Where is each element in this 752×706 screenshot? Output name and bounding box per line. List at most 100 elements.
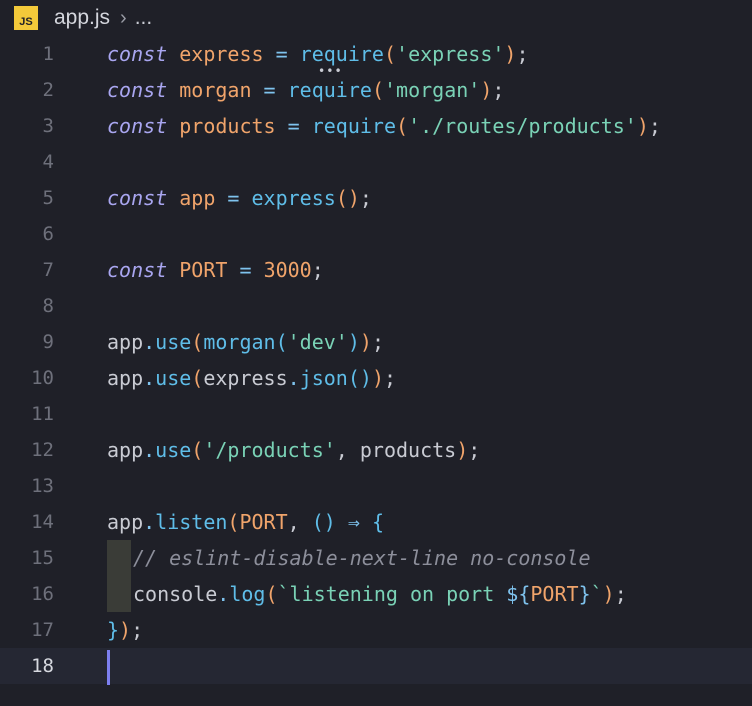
- code-token: morgan: [179, 78, 252, 102]
- line-number: 9: [42, 331, 54, 353]
- code-token: './routes/products': [408, 114, 637, 138]
- code-line[interactable]: 11: [0, 396, 752, 432]
- code-token: use: [155, 438, 192, 462]
- breadcrumb: JS app.js › ...: [0, 0, 752, 36]
- code-token: .: [143, 366, 156, 390]
- code-token: ,: [287, 510, 312, 534]
- code-token: listen: [155, 510, 228, 534]
- indent-guide: [107, 576, 131, 612]
- code-token: ;: [516, 42, 529, 66]
- code-token: 'express': [396, 42, 505, 66]
- code-token: (: [371, 78, 384, 102]
- code-token: ;: [359, 186, 372, 210]
- code-token: 'dev': [287, 330, 348, 354]
- code-token: }: [107, 618, 120, 642]
- code-token: express: [251, 186, 336, 210]
- code-token: const: [107, 42, 168, 66]
- code-token: json: [299, 366, 348, 390]
- code-line[interactable]: 16 console. log(`listening on port ${PORT}…: [0, 576, 752, 612]
- code-token: =: [215, 186, 252, 210]
- code-text[interactable]: console. log(`listening on port ${PORT} `)…: [107, 576, 627, 612]
- code-token: ;: [492, 78, 505, 102]
- breadcrumb-file[interactable]: app.js: [54, 6, 110, 30]
- code-line[interactable]: 6: [0, 216, 752, 252]
- code-token: require: [287, 78, 372, 102]
- code-token: ): [371, 366, 384, 390]
- indent-guide: [107, 540, 131, 576]
- code-line[interactable]: 17});: [0, 612, 752, 648]
- code-line[interactable]: 12 app. use('/products', products);: [0, 432, 752, 468]
- code-line[interactable]: 13: [0, 468, 752, 504]
- code-text[interactable]: const app = express();: [107, 180, 372, 216]
- code-token: morgan: [203, 330, 276, 354]
- line-number: 10: [31, 367, 54, 389]
- line-number: 4: [42, 151, 54, 173]
- code-token: =: [263, 42, 300, 66]
- code-line[interactable]: 15 // eslint-disable-next-line no-console: [0, 540, 752, 576]
- code-token: ,: [335, 438, 360, 462]
- code-token: ;: [384, 366, 397, 390]
- code-line[interactable]: 9 app. use(morgan('dev'));: [0, 324, 752, 360]
- code-token: app: [107, 510, 144, 534]
- code-token: (): [347, 366, 372, 390]
- breadcrumb-more[interactable]: ...: [135, 6, 153, 30]
- code-lines[interactable]: 1 const express = require('express'); 2 con…: [0, 36, 752, 684]
- line-number: 16: [31, 583, 54, 605]
- code-text[interactable]: app. listen(PORT, () ⇒ {: [107, 504, 384, 540]
- code-token: ): [119, 618, 132, 642]
- code-line[interactable]: 1 const express = require('express');: [0, 36, 752, 72]
- code-token: products: [179, 114, 276, 138]
- code-token: '/products': [203, 438, 336, 462]
- code-token: =: [251, 78, 288, 102]
- line-number: 3: [42, 115, 54, 137]
- code-text[interactable]: app. use(express. json());: [107, 360, 396, 396]
- code-token: =: [227, 258, 264, 282]
- code-token: require: [299, 42, 384, 66]
- code-text[interactable]: app. use('/products', products);: [107, 432, 480, 468]
- code-text[interactable]: const PORT = 3000;: [107, 252, 324, 288]
- code-text[interactable]: const products = require('./routes/produ…: [107, 108, 661, 144]
- code-token: ): [347, 330, 360, 354]
- line-number: 1: [42, 43, 54, 65]
- code-token: `: [590, 582, 603, 606]
- code-token: ${: [506, 582, 531, 606]
- code-token: ): [504, 42, 517, 66]
- code-token: ;: [648, 114, 661, 138]
- line-number: 12: [31, 439, 54, 461]
- code-token: const: [107, 186, 168, 210]
- code-line[interactable]: 2 const morgan = require('morgan');: [0, 72, 752, 108]
- code-token: // eslint-disable-next-line no-console: [133, 546, 591, 570]
- code-token: `listening on port: [277, 582, 507, 606]
- code-token: use: [155, 366, 192, 390]
- code-token: =: [275, 114, 312, 138]
- code-token: PORT: [179, 258, 228, 282]
- code-token: ): [602, 582, 615, 606]
- code-token: const: [107, 258, 168, 282]
- code-token: (: [383, 42, 397, 66]
- code-token: app: [107, 366, 144, 390]
- code-line[interactable]: 10 app. use(express. json());: [0, 360, 752, 396]
- code-line[interactable]: 7 const PORT = 3000;: [0, 252, 752, 288]
- line-number: 7: [42, 259, 54, 281]
- code-token: (: [191, 330, 204, 354]
- code-token: .: [143, 330, 156, 354]
- code-line[interactable]: 4: [0, 144, 752, 180]
- code-line[interactable]: 3 const products = require('./routes/prod…: [0, 108, 752, 144]
- code-token: .: [143, 510, 156, 534]
- code-text[interactable]: });: [107, 612, 143, 648]
- code-token: 3000: [263, 258, 312, 282]
- code-token: (: [396, 114, 409, 138]
- code-line[interactable]: 18: [0, 648, 752, 684]
- code-line[interactable]: 8: [0, 288, 752, 324]
- code-editor[interactable]: JS app.js › ... 1 const express = require…: [0, 0, 752, 706]
- code-text[interactable]: app. use(morgan('dev'));: [107, 324, 384, 360]
- code-token: (): [335, 186, 360, 210]
- code-line[interactable]: 14 app. listen(PORT, () ⇒ {: [0, 504, 752, 540]
- code-token: 'morgan': [383, 78, 481, 102]
- code-text[interactable]: const morgan = require('morgan');: [107, 72, 504, 108]
- line-number: 11: [31, 403, 54, 425]
- code-line[interactable]: 5 const app = express();: [0, 180, 752, 216]
- code-token: console: [133, 582, 218, 606]
- code-text[interactable]: // eslint-disable-next-line no-console: [107, 540, 591, 576]
